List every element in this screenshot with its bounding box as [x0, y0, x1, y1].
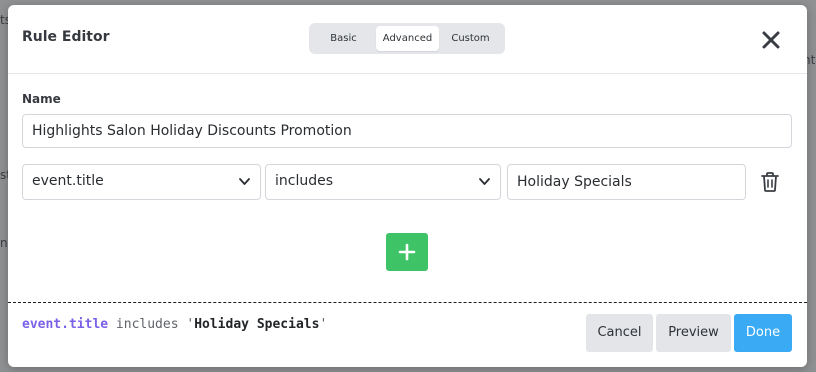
add-condition-button[interactable] — [386, 233, 428, 271]
close-icon — [762, 31, 780, 49]
preview-button[interactable]: Preview — [656, 314, 731, 352]
modal-header: Rule Editor Basic Advanced Custom — [8, 5, 807, 74]
operator-select-value: includes — [275, 173, 334, 189]
rule-editor-modal: Rule Editor Basic Advanced Custom Name e… — [8, 5, 807, 367]
trash-icon — [761, 172, 779, 192]
name-input[interactable] — [22, 114, 792, 148]
tab-advanced[interactable]: Advanced — [376, 26, 439, 51]
condition-value-input[interactable] — [507, 164, 746, 200]
plus-icon — [398, 243, 416, 261]
chevron-down-icon — [239, 178, 250, 185]
tab-custom[interactable]: Custom — [442, 26, 499, 51]
name-label: Name — [22, 92, 61, 106]
expression-field: event.title — [22, 317, 109, 332]
mode-switcher: Basic Advanced Custom — [309, 23, 505, 54]
close-button[interactable] — [756, 25, 786, 55]
field-select[interactable]: event.title — [22, 164, 261, 200]
expression-operator: includes — [115, 317, 179, 332]
operator-select[interactable]: includes — [265, 164, 501, 200]
field-select-value: event.title — [32, 173, 104, 189]
rule-expression-preview: event.title includes 'Holiday Specials' — [22, 317, 328, 332]
delete-condition-button[interactable] — [760, 171, 780, 193]
done-button[interactable]: Done — [734, 314, 792, 352]
expression-value: Holiday Specials — [194, 317, 320, 332]
tab-basic[interactable]: Basic — [315, 26, 372, 51]
chevron-down-icon — [479, 178, 490, 185]
cancel-button[interactable]: Cancel — [586, 314, 653, 352]
modal-title: Rule Editor — [22, 29, 110, 45]
footer-divider — [8, 302, 807, 303]
